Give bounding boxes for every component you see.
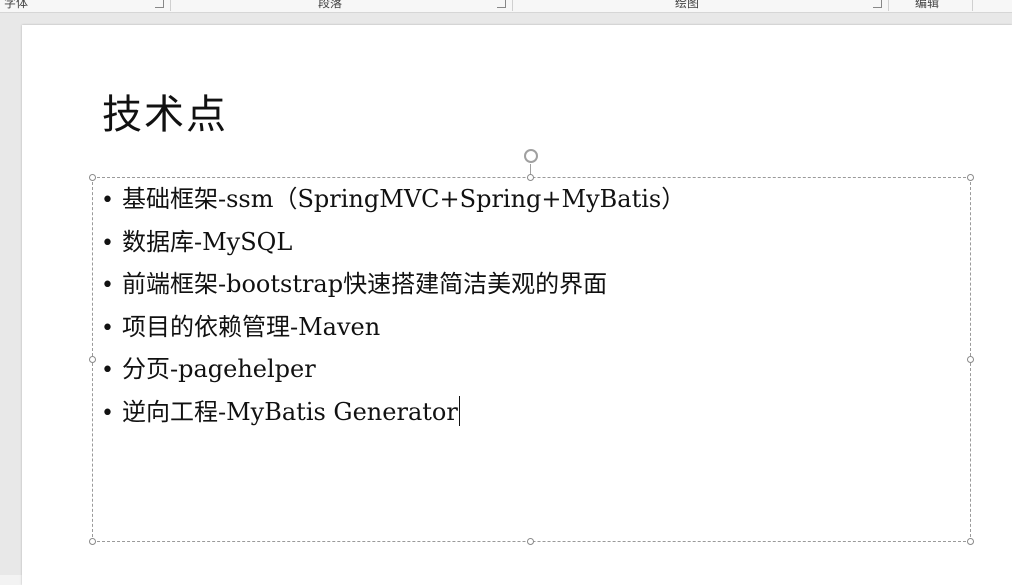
list-item[interactable]: • 基础框架-ssm（SpringMVC+Spring+MyBatis） <box>101 180 685 223</box>
resize-handle-bottom-left[interactable] <box>89 538 96 545</box>
resize-handle-bottom-right[interactable] <box>967 538 974 545</box>
bullet-icon: • <box>101 230 114 256</box>
bullet-text: 数据库-MySQL <box>121 227 293 256</box>
resize-handle-top-left[interactable] <box>89 174 96 181</box>
ribbon-group-paragraph-label: 段落 <box>318 0 343 10</box>
bullet-text: 基础框架-ssm（SpringMVC+Spring+MyBatis） <box>121 185 686 213</box>
bullet-text: 逆向工程-MyBatis Generator <box>121 397 458 426</box>
slide-title[interactable]: 技术点 <box>102 82 228 140</box>
resize-handle-bottom[interactable] <box>527 538 534 545</box>
list-item[interactable]: • 前端框架-bootstrap快速搭建简洁美观的界面 <box>101 265 685 308</box>
list-item[interactable]: • 项目的依赖管理-Maven <box>101 308 685 351</box>
ribbon-separator <box>512 0 513 11</box>
content-placeholder[interactable]: • 基础框架-ssm（SpringMVC+Spring+MyBatis） • 数据库… <box>89 174 974 545</box>
slide-editing-area: 技术点 • 基础框架-ssm（SpringMVC+Spring+MyBatis） … <box>0 13 1012 585</box>
ribbon-group-editing-label: 编辑 <box>915 0 940 10</box>
drawing-dialog-launcher-icon[interactable] <box>873 0 882 8</box>
ribbon-separator <box>972 0 973 11</box>
bullet-icon: • <box>101 315 114 341</box>
resize-handle-left[interactable] <box>89 356 96 363</box>
bullet-text: 分页-pagehelper <box>121 355 316 383</box>
bullet-list[interactable]: • 基础框架-ssm（SpringMVC+Spring+MyBatis） • 数据库… <box>101 180 685 435</box>
bullet-icon: • <box>101 400 114 426</box>
bullet-text: 项目的依赖管理-Maven <box>121 312 381 341</box>
resize-handle-right[interactable] <box>967 356 974 363</box>
ribbon-separator <box>170 0 171 11</box>
resize-handle-top-right[interactable] <box>967 174 974 181</box>
font-dialog-launcher-icon[interactable] <box>155 0 164 8</box>
rotate-handle-icon[interactable] <box>524 149 538 163</box>
bullet-icon: • <box>101 188 114 213</box>
ribbon-group-labels: 字体 段落 绘图 编辑 <box>0 0 1012 13</box>
ribbon-group-drawing-label: 绘图 <box>675 0 700 10</box>
bullet-text: 前端框架-bootstrap快速搭建简洁美观的界面 <box>121 270 608 298</box>
ribbon-separator <box>888 0 889 11</box>
bullet-icon: • <box>101 273 114 298</box>
list-item[interactable]: • 逆向工程-MyBatis Generator <box>101 393 685 436</box>
paragraph-dialog-launcher-icon[interactable] <box>497 0 506 8</box>
list-item[interactable]: • 数据库-MySQL <box>101 223 685 266</box>
list-item[interactable]: • 分页-pagehelper <box>101 350 685 393</box>
text-cursor <box>458 395 460 426</box>
slide-canvas[interactable]: 技术点 • 基础框架-ssm（SpringMVC+Spring+MyBatis） … <box>22 25 1012 585</box>
bullet-icon: • <box>101 358 114 383</box>
ribbon-group-font-label: 字体 <box>4 0 29 10</box>
